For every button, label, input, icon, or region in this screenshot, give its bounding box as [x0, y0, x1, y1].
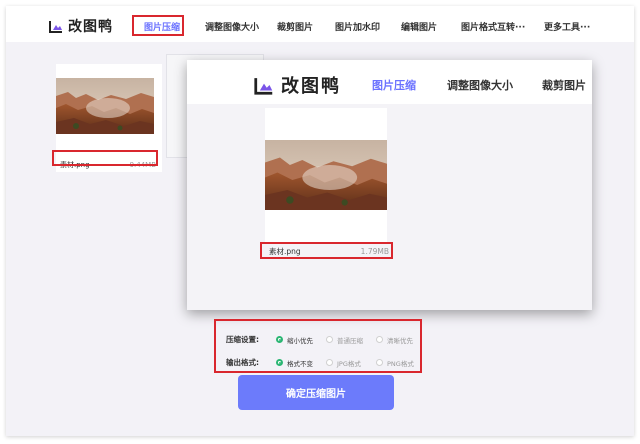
page: 改图鸭 图片压缩 调整图像大小 裁剪图片 图片加水印 编辑图片 图片格式互转··…	[6, 6, 634, 436]
nav-item-more[interactable]: 更多工具···	[544, 20, 590, 33]
overlay-nav-item-crop[interactable]: 裁剪图片	[542, 77, 586, 93]
original-thumbnail	[56, 78, 154, 134]
overlay-logo[interactable]: 改图鸭	[253, 72, 341, 98]
nav-item-edit[interactable]: 编辑图片	[401, 20, 437, 33]
compressed-image-card[interactable]: 素材.png 1.79MB	[265, 108, 389, 256]
compressed-thumbnail	[265, 140, 387, 210]
logo[interactable]: 改图鸭	[48, 16, 113, 36]
overlay-logo-icon	[253, 74, 275, 96]
overlay-logo-text: 改图鸭	[281, 76, 341, 97]
highlight-box-compressed-file	[260, 242, 393, 259]
overlay-nav-item-resize[interactable]: 调整图像大小	[447, 77, 513, 93]
logo-icon	[48, 18, 64, 34]
confirm-compress-button[interactable]: 确定压缩图片	[238, 375, 394, 410]
nav-item-convert[interactable]: 图片格式互转···	[461, 20, 525, 33]
nav-item-crop[interactable]: 裁剪图片	[277, 20, 313, 33]
highlight-box-original-file	[52, 150, 158, 166]
logo-text: 改图鸭	[68, 19, 113, 35]
zoomed-preview-overlay: 改图鸭 图片压缩 调整图像大小 裁剪图片 素材.png 1.79MB	[187, 60, 592, 310]
nav-item-watermark[interactable]: 图片加水印	[335, 20, 380, 33]
nav-item-resize[interactable]: 调整图像大小	[205, 20, 259, 33]
highlight-box-nav	[132, 15, 184, 36]
top-nav: 改图鸭 图片压缩 调整图像大小 裁剪图片 图片加水印 编辑图片 图片格式互转··…	[6, 6, 634, 42]
overlay-nav-item-compress[interactable]: 图片压缩	[372, 77, 416, 93]
highlight-box-settings	[214, 319, 422, 373]
overlay-nav: 改图鸭 图片压缩 调整图像大小 裁剪图片	[187, 60, 592, 104]
